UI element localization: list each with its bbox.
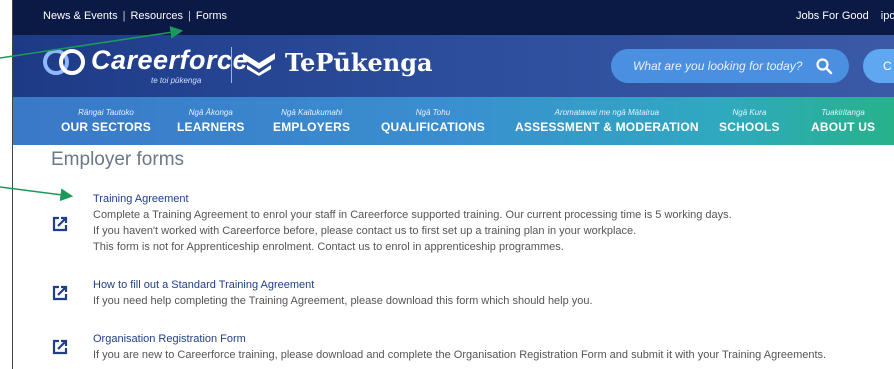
top-utility-bar: News & Events | Resources | Forms Jobs For G… [13, 0, 894, 35]
nav-label: LEARNERS [177, 120, 245, 134]
brand-tagline: te toi pūkenga [151, 76, 202, 85]
nav-subtitle: Ngā Ākonga [188, 108, 233, 117]
form-title-link[interactable]: Training Agreement [93, 193, 189, 205]
topbar-link-forms[interactable]: Forms [196, 10, 227, 22]
careerforce-logo-icon[interactable] [43, 47, 85, 77]
te-pukenga-logo-icon [243, 53, 275, 76]
nav-label: SCHOOLS [719, 120, 780, 134]
nav-label: ASSESSMENT & MODERATION [515, 120, 699, 134]
logo-divider [231, 47, 232, 83]
nav-item-learners[interactable]: Ngā Ākonga LEARNERS [177, 108, 245, 134]
search-icon[interactable] [815, 57, 833, 75]
nav-subtitle: Aromatawai me ngā Mātairua [554, 108, 660, 117]
nav-subtitle: Ngā Kaitukumahi [281, 108, 343, 117]
external-link-icon[interactable] [51, 284, 69, 302]
browser-page: News & Events | Resources | Forms Jobs For G… [12, 0, 894, 369]
topbar-link-resources[interactable]: Resources [130, 10, 183, 22]
nav-item-employers[interactable]: Ngā Kaitukumahi EMPLOYERS [273, 108, 350, 134]
topbar-link-ipor[interactable]: ipor [881, 10, 894, 22]
topbar-link-jobs-for-good[interactable]: Jobs For Good [796, 10, 869, 22]
topbar-link-news-events[interactable]: News & Events [43, 10, 118, 22]
nav-item-schools[interactable]: Ngā Kura SCHOOLS [719, 108, 780, 134]
nav-label: QUALIFICATIONS [381, 120, 485, 134]
nav-subtitle: Ngā Kura [732, 108, 767, 117]
main-navigation: Rāngai Tautoko OUR SECTORS Ngā Ākonga LE… [13, 97, 894, 145]
header-cta-button[interactable]: C [863, 49, 894, 83]
header-banner: Careerforce te toi pūkenga TePūkenga Wha… [13, 35, 894, 97]
form-description: If you need help completing the Training… [93, 295, 593, 307]
partner-name: TePūkenga [285, 48, 433, 77]
nav-label: ABOUT US [811, 120, 876, 134]
nav-item-our-sectors[interactable]: Rāngai Tautoko OUR SECTORS [61, 108, 151, 134]
nav-label: OUR SECTORS [61, 120, 151, 134]
search-input[interactable]: What are you looking for today? [611, 49, 849, 83]
separator: | [188, 10, 191, 22]
form-description: If you haven't worked with Careerforce b… [93, 225, 637, 237]
external-link-icon[interactable] [51, 215, 69, 233]
nav-label: EMPLOYERS [273, 120, 351, 134]
form-title-link[interactable]: Organisation Registration Form [93, 333, 246, 345]
external-link-icon[interactable] [51, 338, 69, 356]
nav-item-qualifications[interactable]: Ngā Tohu QUALIFICATIONS [381, 108, 485, 134]
header-cta-label: C [883, 59, 892, 73]
form-description: This form is not for Apprenticeship enro… [93, 241, 564, 253]
nav-item-about-us[interactable]: Tuakiritanga ABOUT US [811, 108, 875, 134]
nav-item-assessment-moderation[interactable]: Aromatawai me ngā Mātairua ASSESSMENT & … [515, 108, 699, 134]
form-description: If you are new to Careerforce training, … [93, 349, 827, 361]
nav-subtitle: Tuakiritanga [821, 108, 865, 117]
nav-subtitle: Ngā Tohu [415, 108, 451, 117]
page-title: Employer forms [51, 149, 185, 170]
form-description: Complete a Training Agreement to enrol y… [93, 209, 732, 221]
form-title-link[interactable]: How to fill out a Standard Training Agre… [93, 279, 314, 291]
nav-subtitle: Rāngai Tautoko [78, 108, 134, 117]
search-placeholder: What are you looking for today? [633, 59, 803, 73]
brand-name[interactable]: Careerforce [91, 45, 248, 76]
separator: | [122, 10, 126, 22]
